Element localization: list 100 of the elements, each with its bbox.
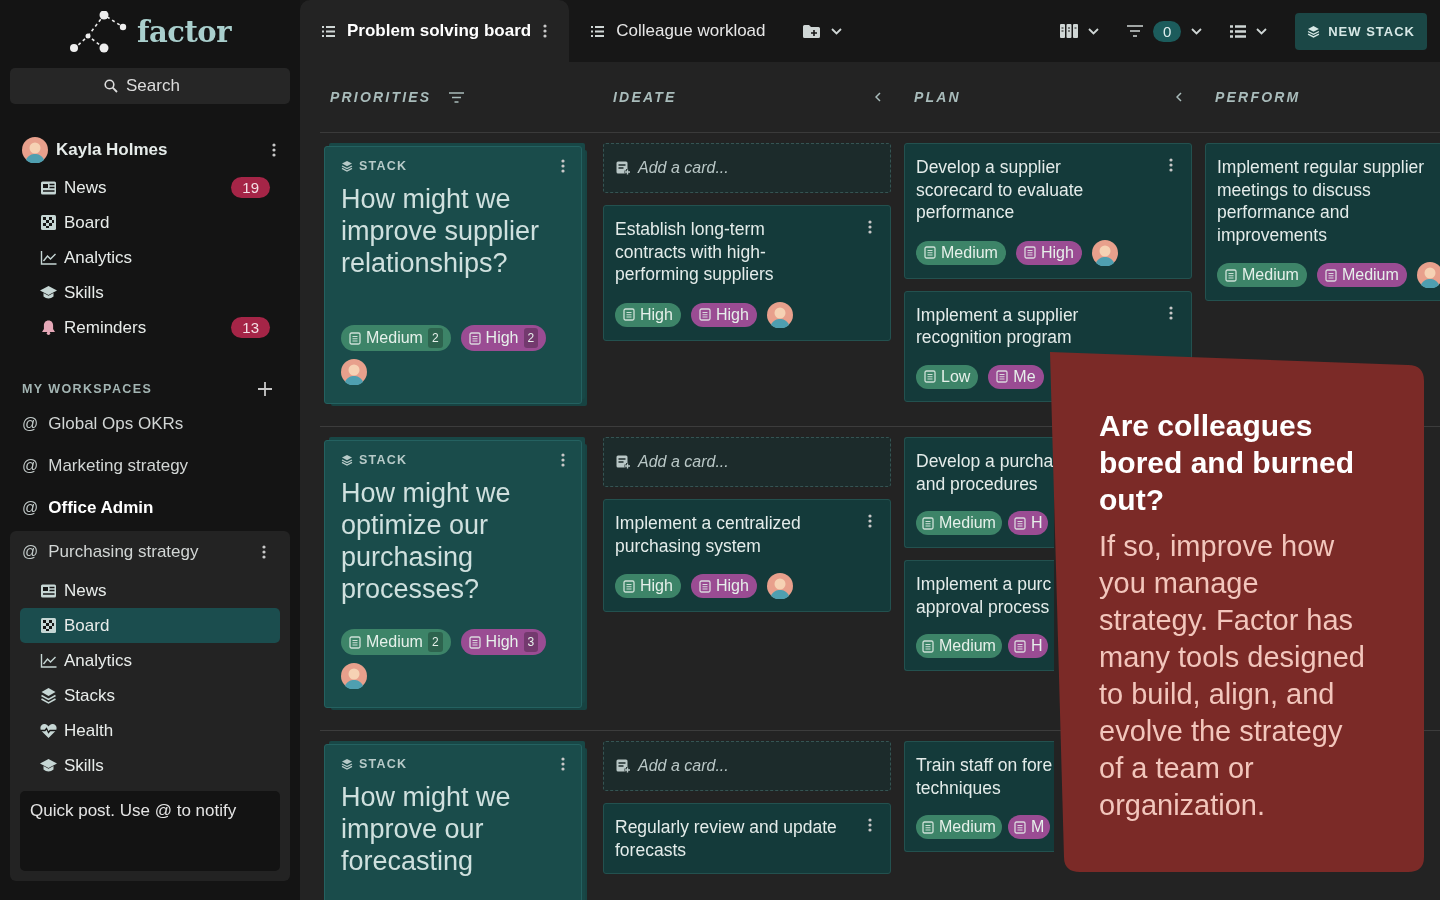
newspaper-icon xyxy=(40,583,57,598)
tag[interactable]: High 3 xyxy=(460,629,547,655)
chevron-left-icon[interactable] xyxy=(1176,92,1182,102)
card-title: Regularly review and update forecasts xyxy=(615,816,838,861)
tag-label: High xyxy=(640,577,673,595)
chevron-left-icon[interactable] xyxy=(875,92,881,102)
tag-label: High xyxy=(715,305,749,324)
document-icon xyxy=(623,579,635,593)
quick-post-field[interactable]: Quick post. Use @ to notify xyxy=(20,791,280,871)
add-note-icon xyxy=(616,161,631,175)
add-card-button[interactable]: Add a card... xyxy=(603,741,891,791)
tag[interactable]: Low xyxy=(916,364,979,389)
nav-label: Reminders xyxy=(64,317,148,338)
tag[interactable]: Me xyxy=(988,364,1044,389)
nav-item[interactable]: Board xyxy=(20,608,280,643)
tag[interactable]: M xyxy=(1007,815,1051,839)
nav-label: Skills xyxy=(64,282,105,303)
stack-label: STACK xyxy=(359,453,409,467)
nav-item[interactable]: News 19 xyxy=(10,170,290,205)
tab[interactable]: Problem solving board xyxy=(300,0,570,62)
document-icon xyxy=(623,308,635,321)
workspace-item[interactable]: @ Purchasing strategy xyxy=(10,531,280,573)
tag[interactable]: High xyxy=(615,574,681,598)
chevron-down-icon[interactable] xyxy=(1256,27,1268,35)
tag[interactable]: Medium 2 xyxy=(341,629,451,655)
nav-item[interactable]: Analytics xyxy=(10,240,290,275)
new-stack-button[interactable]: NEW STACK xyxy=(1295,12,1427,50)
tag[interactable]: H xyxy=(1007,511,1049,535)
tag[interactable]: Medium xyxy=(916,815,1002,839)
kebab-icon[interactable] xyxy=(543,24,548,38)
section-heading: MY WORKSPACES xyxy=(22,382,153,396)
nav-item[interactable]: Stacks xyxy=(20,678,280,713)
tag[interactable]: High xyxy=(690,574,757,598)
nav-label: Analytics xyxy=(64,247,134,268)
folder-plus-icon[interactable] xyxy=(801,23,821,39)
list-icon[interactable] xyxy=(1230,24,1247,38)
card[interactable]: Implement regular supplier meetings to discuss performance and improvements Medium Medium xyxy=(1205,143,1440,301)
tag[interactable]: Medium xyxy=(1217,263,1307,287)
add-card-button[interactable]: Add a card... xyxy=(603,437,891,487)
tag[interactable]: Medium 2 xyxy=(341,325,451,351)
tag-count: 3 xyxy=(523,632,539,652)
at-icon: @ xyxy=(22,499,39,517)
workspace-item[interactable]: @ Office Admin xyxy=(10,487,290,529)
kebab-icon[interactable] xyxy=(561,757,565,771)
tag[interactable]: Medium xyxy=(916,240,1006,265)
kebab-icon[interactable] xyxy=(561,453,565,467)
at-icon: @ xyxy=(22,543,39,561)
line-chart-icon xyxy=(40,250,57,265)
card[interactable]: Develop a supplier scorecard to evaluate performance Medium High xyxy=(904,143,1192,279)
columns-icon[interactable] xyxy=(1059,24,1078,38)
plus-icon[interactable] xyxy=(258,382,272,396)
nav-item[interactable]: News xyxy=(20,573,280,608)
kebab-icon[interactable] xyxy=(1169,305,1173,320)
kebab-icon[interactable] xyxy=(272,143,276,157)
callout-title: Are colleagues bored and burned out? xyxy=(1099,408,1355,518)
card[interactable]: Regularly review and update forecasts xyxy=(603,803,891,874)
nav-item[interactable]: Skills xyxy=(20,748,280,783)
tag[interactable]: High xyxy=(615,302,681,327)
search-bar[interactable]: Search xyxy=(10,68,290,104)
chevron-down-icon[interactable] xyxy=(830,27,842,35)
workspace-item[interactable]: @ Global Ops OKRs xyxy=(10,403,290,445)
filter-icon[interactable] xyxy=(1126,25,1143,37)
kebab-icon[interactable] xyxy=(262,545,266,559)
nav-item[interactable]: Board xyxy=(10,205,290,240)
kebab-icon[interactable] xyxy=(868,818,872,832)
nav-item[interactable]: Health xyxy=(20,713,280,748)
kebab-icon[interactable] xyxy=(1169,158,1173,172)
kebab-icon[interactable] xyxy=(561,159,565,173)
kebab-icon[interactable] xyxy=(868,514,872,528)
chevron-down-icon[interactable] xyxy=(1087,27,1099,35)
nav-item[interactable]: Analytics xyxy=(20,643,280,678)
document-icon xyxy=(349,635,361,649)
card[interactable]: Implement a purc approval process Medium H xyxy=(904,560,1054,671)
tag[interactable]: Medium xyxy=(1316,263,1407,287)
card[interactable]: Train staff on fore techniques Medium M xyxy=(904,741,1054,852)
tag[interactable]: Medium xyxy=(916,511,1002,535)
tag[interactable]: High 2 xyxy=(460,325,547,351)
chevron-down-icon[interactable] xyxy=(1191,27,1203,35)
filter-icon[interactable] xyxy=(449,91,465,103)
tab[interactable]: Colleague workload xyxy=(569,0,788,62)
card[interactable]: Establish long-term contracts with high- performing suppliers High High xyxy=(603,205,891,341)
logo-icon xyxy=(69,11,127,53)
tag[interactable]: Medium xyxy=(916,634,1002,658)
layers-icon xyxy=(1307,24,1321,38)
kebab-icon[interactable] xyxy=(868,220,872,234)
nav-item[interactable]: Skills xyxy=(10,275,290,310)
nav-item[interactable]: Reminders 13 xyxy=(10,310,290,345)
workspace-item[interactable]: @ Marketing strategy xyxy=(10,445,290,487)
tag[interactable]: High xyxy=(690,302,757,327)
layers-icon xyxy=(341,454,353,466)
search-input[interactable]: Search xyxy=(126,76,196,96)
user-name[interactable]: Kayla Holmes xyxy=(56,140,264,160)
add-note-icon xyxy=(616,455,631,469)
tag[interactable]: High xyxy=(1015,240,1082,265)
card[interactable]: Implement a centralized purchasing system High High xyxy=(603,499,891,612)
add-card-button[interactable]: Add a card... xyxy=(603,143,891,193)
card[interactable]: Develop a purcha and procedures Medium H xyxy=(904,437,1054,548)
nav-label: Board xyxy=(64,615,111,636)
callout-text: If so, improve how you manage strategy. Factor has many tools designed to build, align, and evolve the strategy of a team or organization. xyxy=(1099,529,1366,823)
tag[interactable]: H xyxy=(1007,634,1049,658)
